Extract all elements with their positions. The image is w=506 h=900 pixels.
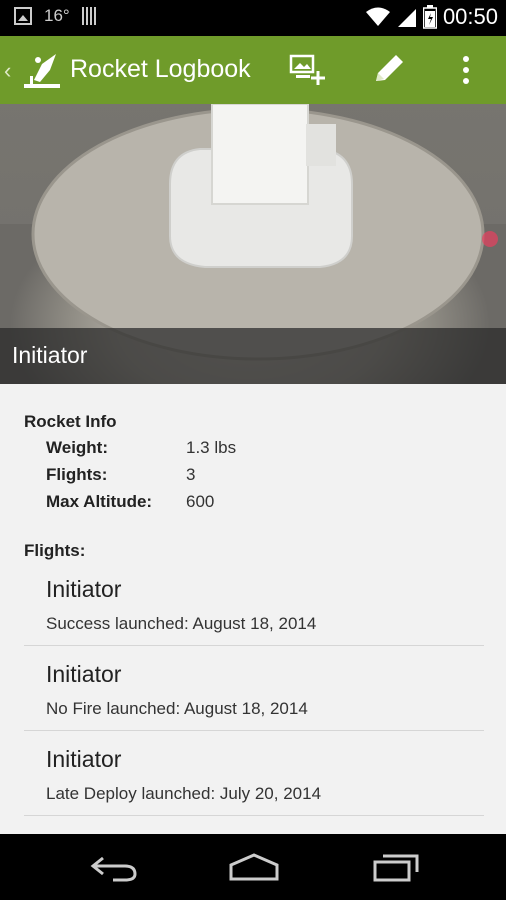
info-value: 3 (186, 465, 196, 484)
home-icon (229, 853, 279, 881)
flight-name: Initiator (46, 576, 122, 602)
rocket-photo[interactable]: Initiator (0, 104, 506, 384)
signal-icon (397, 9, 416, 27)
back-icon (90, 856, 137, 882)
nav-back-button[interactable] (84, 846, 144, 888)
action-bar: ‹ Rocket Logbook (0, 36, 506, 104)
divider (24, 645, 484, 646)
battery-icon (422, 5, 437, 29)
flights-heading: Flights: (24, 541, 86, 560)
info-label: Weight: (46, 438, 109, 457)
wifi-icon (365, 7, 390, 26)
divider (24, 815, 484, 816)
image-icon (14, 7, 32, 25)
app-title[interactable]: Rocket Logbook (70, 55, 251, 84)
nav-recents-button[interactable] (366, 846, 426, 888)
overflow-menu-icon (463, 56, 469, 84)
info-value: 1.3 lbs (186, 438, 237, 457)
edit-button[interactable] (366, 50, 410, 90)
info-label: Max Altitude: (46, 492, 153, 511)
info-row-max-altitude: Max Altitude: 600 (46, 492, 214, 512)
clock: 00:50 (442, 4, 498, 29)
overflow-menu-button[interactable] (444, 50, 488, 90)
info-row-weight: Weight: 1.3 lbs (46, 438, 236, 458)
flight-detail: No Fire launched: August 18, 2014 (46, 699, 308, 718)
nav-home-button[interactable] (224, 846, 284, 888)
flight-detail: Late Deploy launched: July 20, 2014 (46, 784, 322, 803)
edit-pencil-icon (376, 55, 403, 81)
flight-list-item[interactable]: Initiator No Fire launched: August 18, 2… (0, 647, 506, 731)
info-value: 600 (186, 492, 215, 511)
status-bar: 16° 00:50 (0, 0, 506, 36)
back-chevron-icon[interactable]: ‹ (4, 58, 11, 84)
rocket-logo-icon[interactable] (20, 50, 64, 90)
recents-icon (373, 854, 419, 882)
flight-name: Initiator (46, 746, 122, 772)
rocket-info-heading: Rocket Info (24, 412, 117, 431)
add-photo-icon (289, 54, 325, 85)
temperature-label: 16° (44, 6, 70, 25)
flight-name: Initiator (46, 661, 122, 687)
add-photo-button[interactable] (286, 50, 330, 90)
flight-list-item[interactable]: Initiator Late Deploy launched: July 20,… (0, 732, 506, 816)
barcode-icon (81, 7, 98, 25)
info-label: Flights: (46, 465, 108, 484)
rocket-details: Rocket Info Weight: 1.3 lbs Flights: 3 Max… (0, 384, 506, 834)
info-row-flights: Flights: 3 (46, 465, 195, 485)
navigation-bar (0, 834, 506, 900)
flight-detail: Success launched: August 18, 2014 (46, 614, 317, 633)
rocket-name: Initiator (12, 342, 88, 368)
status-bar-left: 16° (14, 6, 98, 26)
photo-caption-bar: Initiator (0, 328, 506, 384)
divider (24, 730, 484, 731)
status-bar-right: 00:50 (365, 4, 498, 30)
flight-list-item[interactable]: Initiator Success launched: August 18, 2… (0, 562, 506, 646)
